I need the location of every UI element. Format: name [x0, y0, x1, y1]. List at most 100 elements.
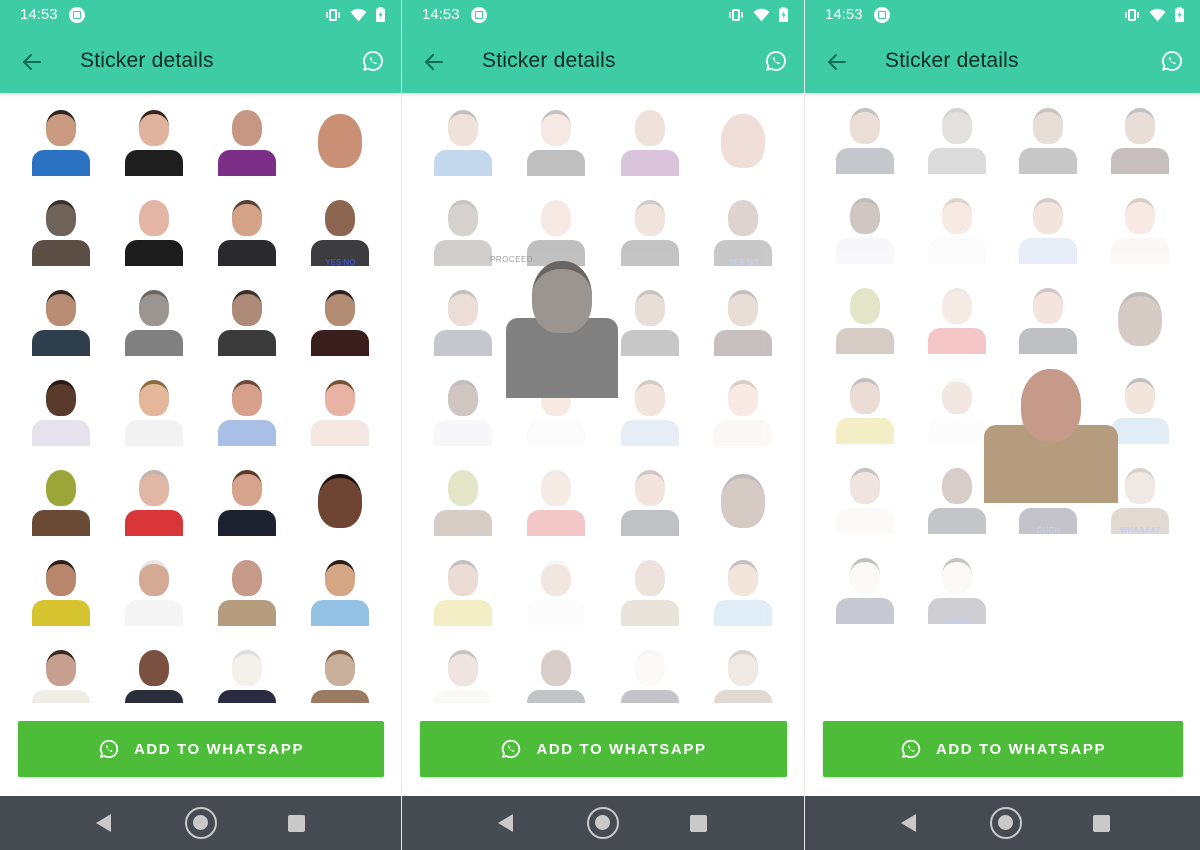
sticker-item[interactable] — [819, 463, 911, 535]
sticker-item[interactable]: YES NO — [294, 195, 387, 267]
sticker-item[interactable] — [416, 465, 510, 537]
nav-home-button[interactable] — [185, 807, 217, 839]
sticker-item[interactable] — [1094, 103, 1186, 175]
nav-back-button[interactable] — [498, 814, 513, 832]
sticker-item[interactable] — [107, 645, 200, 703]
sticker-item[interactable] — [416, 555, 510, 627]
sticker-item[interactable] — [697, 105, 791, 177]
sticker-item[interactable] — [603, 465, 697, 537]
sticker-item[interactable] — [201, 105, 294, 177]
sticker-item[interactable] — [510, 555, 604, 627]
sticker-item[interactable] — [416, 285, 510, 357]
sticker-item[interactable] — [107, 375, 200, 447]
sticker-item[interactable] — [201, 195, 294, 267]
nav-recents-button[interactable] — [288, 815, 305, 832]
sticker-item[interactable] — [603, 555, 697, 627]
sticker-body — [620, 420, 679, 446]
sticker-body — [218, 690, 277, 703]
sticker-item[interactable] — [294, 285, 387, 357]
sticker-item[interactable] — [911, 283, 1003, 355]
sticker-item[interactable]: WHAAAAT — [294, 645, 387, 703]
sticker-face — [232, 650, 263, 686]
sticker-item[interactable] — [1003, 283, 1095, 355]
sticker-preview[interactable]: PROCEED — [490, 253, 622, 398]
sticker-item[interactable] — [14, 105, 107, 177]
sticker-item[interactable] — [201, 555, 294, 627]
sticker-item[interactable] — [416, 645, 510, 703]
sticker-item[interactable] — [819, 283, 911, 355]
sticker-face — [447, 650, 478, 686]
back-arrow-icon[interactable] — [18, 48, 46, 76]
sticker-item[interactable] — [14, 645, 107, 703]
sticker-item[interactable] — [1094, 283, 1186, 355]
sticker-item[interactable] — [107, 105, 200, 177]
nav-home-button[interactable] — [587, 807, 619, 839]
sticker-item[interactable] — [1003, 193, 1095, 265]
sticker-item[interactable] — [911, 193, 1003, 265]
sticker-item[interactable] — [107, 195, 200, 267]
sticker-list[interactable]: YES NOOUCHWHAAAATNOOO! — [805, 93, 1200, 703]
back-arrow-icon[interactable] — [823, 48, 851, 76]
sticker-item[interactable] — [14, 555, 107, 627]
sticker-item[interactable] — [107, 465, 200, 537]
sticker-item[interactable]: WHAAAAT — [697, 645, 791, 703]
add-to-whatsapp-button[interactable]: ADD TO WHATSAPP — [420, 721, 787, 777]
sticker-preview[interactable] — [980, 361, 1122, 503]
sticker-list[interactable]: YES NO OUCH WHAAAAT — [0, 93, 401, 703]
sticker-list[interactable]: YES NO OUCH WHAAAAT PROCEED — [402, 93, 804, 703]
sticker-item[interactable] — [201, 285, 294, 357]
nav-back-button[interactable] — [96, 814, 111, 832]
nav-recents-button[interactable] — [1093, 815, 1110, 832]
sticker-ronaldo-clapping — [428, 106, 498, 176]
sticker-item[interactable] — [201, 465, 294, 537]
sticker-item[interactable] — [294, 105, 387, 177]
add-to-whatsapp-button[interactable]: ADD TO WHATSAPP — [823, 721, 1183, 777]
sticker-item[interactable]: OUCH — [603, 645, 697, 703]
sticker-item[interactable] — [14, 375, 107, 447]
sticker-item[interactable] — [14, 195, 107, 267]
sticker-item[interactable] — [697, 375, 791, 447]
sticker-item[interactable] — [819, 373, 911, 445]
sticker-face — [325, 560, 356, 596]
nav-recents-button[interactable] — [690, 815, 707, 832]
sticker-item[interactable] — [1003, 103, 1095, 175]
sticker-item[interactable] — [697, 465, 791, 537]
sticker-kanye-face — [708, 466, 778, 536]
sticker-item[interactable] — [697, 285, 791, 357]
sticker-item[interactable] — [107, 285, 200, 357]
sticker-item[interactable] — [510, 645, 604, 703]
back-arrow-icon[interactable] — [420, 48, 448, 76]
sticker-item[interactable]: NOOO! — [911, 553, 1003, 625]
sticker-item[interactable] — [107, 555, 200, 627]
status-bar: 14:53 — [402, 0, 804, 30]
whatsapp-icon[interactable] — [764, 49, 788, 73]
sticker-item[interactable] — [416, 375, 510, 447]
whatsapp-icon[interactable] — [361, 49, 385, 73]
sticker-body — [311, 420, 370, 446]
sticker-item[interactable] — [819, 193, 911, 265]
sticker-item[interactable] — [1094, 193, 1186, 265]
sticker-item[interactable] — [819, 553, 911, 625]
sticker-item[interactable] — [911, 103, 1003, 175]
sticker-item[interactable] — [697, 555, 791, 627]
sticker-item[interactable] — [201, 375, 294, 447]
sticker-item[interactable] — [294, 465, 387, 537]
whatsapp-icon[interactable] — [1160, 49, 1184, 73]
status-icons — [325, 7, 385, 22]
sticker-item[interactable] — [14, 285, 107, 357]
sticker-item[interactable] — [14, 465, 107, 537]
sticker-item[interactable]: OUCH — [201, 645, 294, 703]
sticker-item[interactable] — [416, 105, 510, 177]
sticker-face — [634, 560, 665, 596]
add-to-whatsapp-button[interactable]: ADD TO WHATSAPP — [18, 721, 384, 777]
sticker-item[interactable] — [294, 375, 387, 447]
sticker-item[interactable] — [294, 555, 387, 627]
sticker-walter-white — [212, 556, 282, 626]
sticker-item[interactable] — [603, 105, 697, 177]
sticker-item[interactable] — [819, 103, 911, 175]
sticker-item[interactable] — [510, 465, 604, 537]
nav-back-button[interactable] — [901, 814, 916, 832]
nav-home-button[interactable] — [990, 807, 1022, 839]
sticker-item[interactable] — [510, 105, 604, 177]
sticker-item[interactable]: YES NO — [697, 195, 791, 267]
